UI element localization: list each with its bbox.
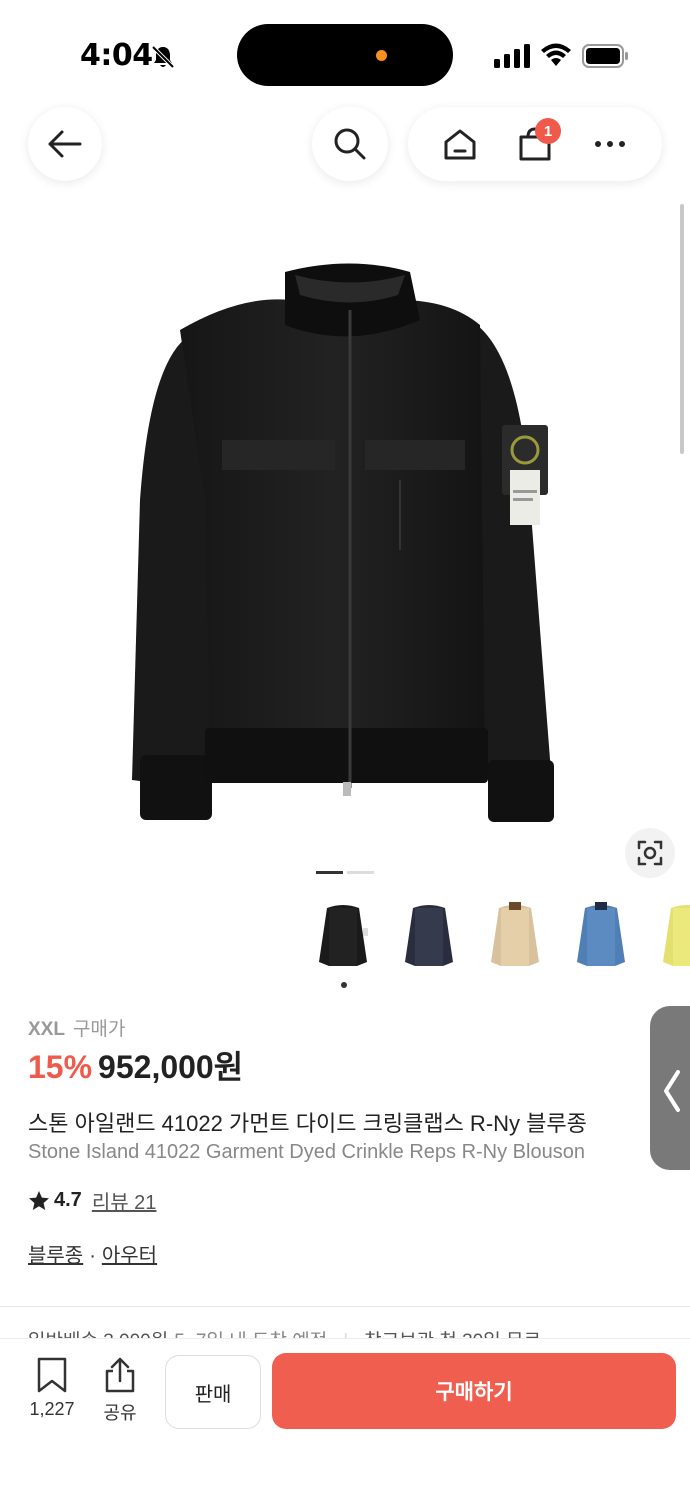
share-label: 공유 (103, 1403, 137, 1423)
category-link-blouson[interactable]: 블루종 (28, 1245, 83, 1267)
section-divider (0, 1306, 690, 1307)
color-options (312, 896, 690, 974)
more-horizontal-icon (595, 141, 626, 147)
mic-indicator-icon (376, 50, 387, 61)
back-button[interactable] (28, 107, 102, 181)
side-drawer-handle[interactable] (650, 1006, 690, 1170)
cart-button[interactable]: 1 (505, 114, 565, 174)
color-thumb-yellow[interactable] (656, 896, 690, 974)
home-button[interactable] (430, 114, 490, 174)
arrow-left-icon (48, 130, 82, 158)
nav-actions-pill: 1 (408, 107, 662, 181)
wifi-icon (541, 43, 571, 66)
breadcrumb: 블루종 · 아우터 (28, 1239, 157, 1268)
color-thumb-black[interactable] (312, 896, 374, 974)
color-thumb-beige[interactable] (484, 896, 546, 974)
wishlist-count: 1,227 (29, 1399, 75, 1419)
price-value: 952,000원 (98, 1049, 244, 1085)
color-thumb-blue[interactable] (570, 896, 632, 974)
share-icon (105, 1357, 135, 1393)
more-button[interactable] (580, 114, 640, 174)
selected-size: XXL (28, 1019, 65, 1040)
product-title-english: Stone Island 41022 Garment Dyed Crinkle … (28, 1141, 585, 1163)
selected-thumb-indicator (341, 982, 347, 988)
pagination-dot-active (316, 871, 343, 874)
search-button[interactable] (312, 107, 388, 181)
category-link-outer[interactable]: 아우터 (102, 1245, 157, 1267)
wishlist-button[interactable]: 1,227 (22, 1357, 82, 1420)
share-button[interactable]: 공유 (92, 1357, 148, 1425)
silent-mode-icon (151, 45, 175, 69)
lens-scan-icon (637, 840, 663, 866)
breadcrumb-separator: · (89, 1245, 96, 1267)
star-icon (29, 1190, 49, 1210)
product-title-korean: 스톤 아일랜드 41022 가먼트 다이드 크링클랩스 R-Ny 블루종 (28, 1111, 587, 1136)
scrollbar[interactable] (680, 204, 684, 454)
product-main-image[interactable] (0, 200, 690, 860)
cart-count-badge: 1 (534, 118, 561, 144)
chevron-left-icon (664, 1070, 680, 1112)
price-type-label: 구매가 (72, 1019, 126, 1040)
rating-row[interactable]: 4.7 리뷰 21 (28, 1186, 156, 1215)
bottom-action-bar: 1,227 공유 판매 구매하기 (0, 1338, 690, 1500)
discount-rate: 15% (28, 1049, 93, 1085)
battery-icon (582, 44, 628, 68)
price-row: 15% 952,000원 (28, 1042, 243, 1088)
size-price-label: XXL 구매가 (28, 1014, 125, 1041)
bookmark-icon (37, 1357, 67, 1393)
buy-button[interactable]: 구매하기 (272, 1353, 676, 1429)
rating-score: 4.7 (54, 1189, 82, 1211)
pagination-dot (347, 871, 374, 874)
search-icon (334, 128, 366, 160)
image-search-button[interactable] (625, 828, 675, 878)
reviews-link[interactable]: 리뷰 21 (92, 1186, 157, 1215)
color-thumb-navy[interactable] (398, 896, 460, 974)
gallery-pagination (316, 871, 374, 874)
status-bar: 4:04 (0, 0, 690, 100)
dynamic-island (237, 24, 453, 86)
sell-button[interactable]: 판매 (165, 1355, 261, 1429)
cellular-signal-icon (494, 44, 530, 68)
status-time: 4:04 (80, 38, 153, 73)
home-icon (444, 129, 476, 160)
